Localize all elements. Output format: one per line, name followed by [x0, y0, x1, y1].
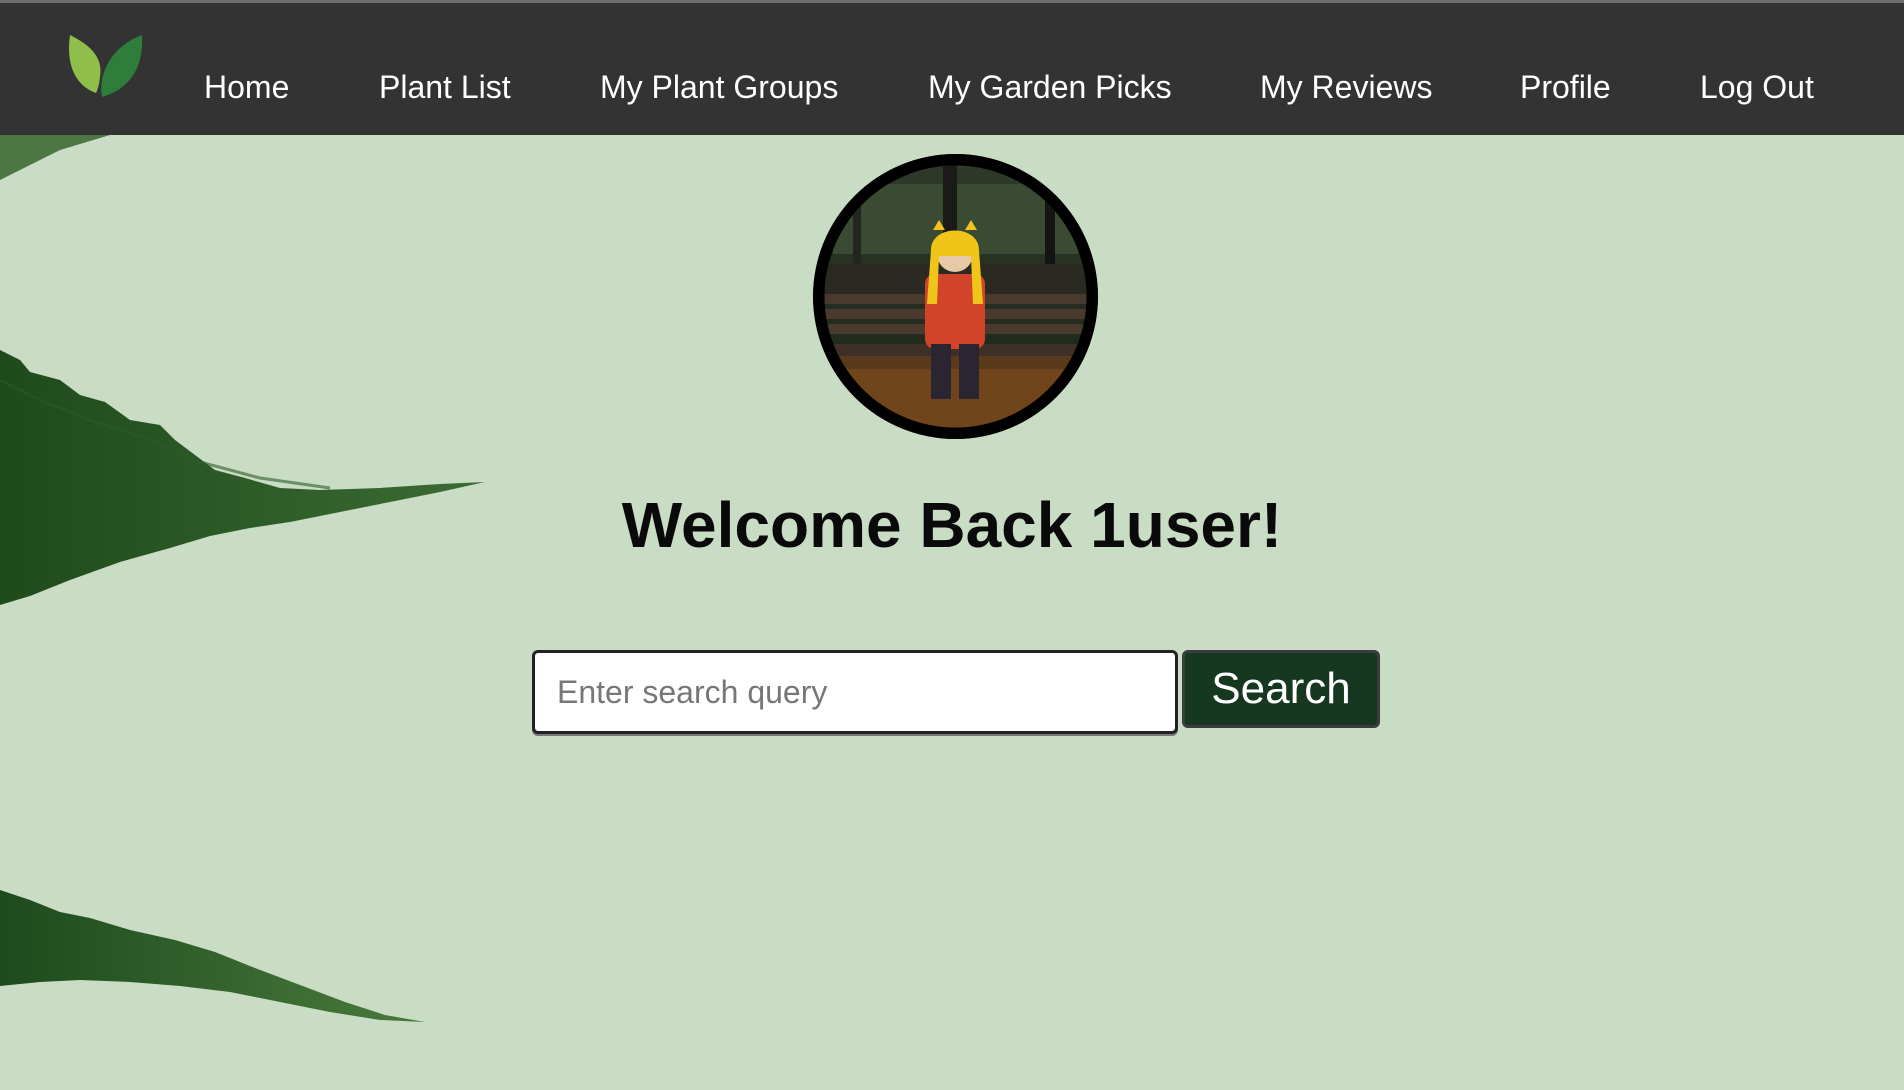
user-avatar[interactable]	[813, 154, 1098, 439]
nav-log-out-link[interactable]: Log Out	[1700, 67, 1814, 107]
welcome-heading: Welcome Back 1user!	[621, 489, 1283, 561]
nav-profile-link[interactable]: Profile	[1520, 67, 1611, 107]
nav-my-garden-picks-link[interactable]: My Garden Picks	[928, 67, 1172, 107]
nav-plant-list-link[interactable]: Plant List	[379, 67, 511, 107]
top-navigation-bar: Home Plant List My Plant Groups My Garde…	[0, 0, 1904, 135]
search-input[interactable]	[532, 650, 1178, 734]
nav-my-plant-groups-link[interactable]: My Plant Groups	[600, 67, 838, 107]
main-navigation: Home Plant List My Plant Groups My Garde…	[0, 67, 1904, 107]
search-button[interactable]: Search	[1182, 650, 1380, 728]
nav-home-link[interactable]: Home	[204, 67, 289, 107]
nav-my-reviews-link[interactable]: My Reviews	[1260, 67, 1432, 107]
